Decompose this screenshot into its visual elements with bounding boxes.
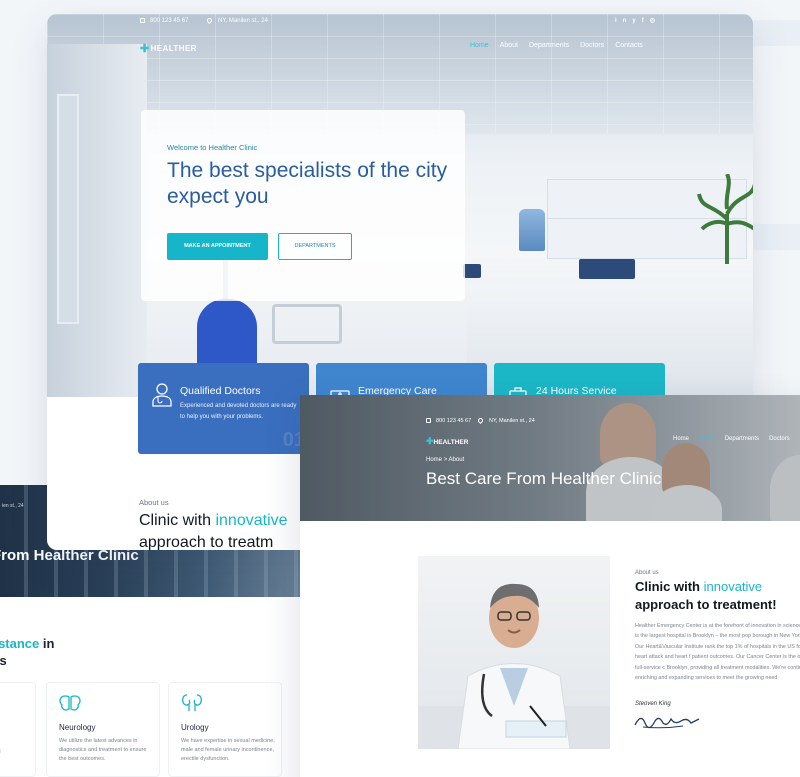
service-desc: ilizes ogy and experts. [0, 739, 21, 766]
service-name: Neurology [59, 723, 96, 732]
about-hero-image [300, 395, 800, 521]
location-pin-icon [205, 16, 214, 25]
top-bar: 800 123 45 67 NY, Manilen st., 24 inyf◎ [47, 14, 753, 36]
nav-about[interactable]: About [500, 42, 518, 49]
preview-card-about: 800 123 45 67 NY, Manilen st., 24 ✚HEALT… [300, 395, 800, 777]
feature-desc: Experienced and devoted doctors are read… [180, 403, 297, 420]
twitter-icon[interactable]: y [632, 18, 641, 24]
social-links: inyf◎ [615, 17, 661, 24]
nav-departments[interactable]: Departments [529, 42, 569, 49]
service-name: Urology [181, 723, 209, 732]
nav-departments[interactable]: Departments [725, 436, 759, 442]
about-label: About us [139, 498, 169, 507]
hero-panel: Welcome to Healther Clinic The best spec… [141, 110, 465, 301]
address-contact: NY, Manilen st., 24 [476, 417, 535, 425]
about-title: Clinic with innovative approach to treat… [139, 512, 288, 550]
nav-about[interactable]: About [699, 436, 715, 442]
phone-contact[interactable]: 800 123 45 67 [140, 18, 188, 24]
about-body-text: Healther Emergency Center is at the fore… [635, 623, 800, 682]
service-card[interactable]: ilizes ogy and experts. [0, 682, 36, 777]
nav-doctors[interactable]: Doctors [769, 436, 790, 442]
address-contact: NY, Manilen st., 24 [205, 16, 268, 25]
make-appointment-button[interactable]: MAKE AN APPOINTMENT [167, 233, 268, 260]
feature-qualified-doctors[interactable]: Qualified Doctors Experienced and devote… [138, 363, 309, 454]
location-pin-icon [476, 417, 485, 425]
doctor-photo [418, 556, 610, 749]
nav-doctors[interactable]: Doctors [580, 42, 604, 49]
about-label: About us [635, 570, 659, 576]
instagram-icon[interactable]: ◎ [650, 18, 661, 24]
nav-home[interactable]: Home [470, 42, 489, 49]
phone-icon [140, 18, 145, 23]
phone-contact[interactable]: 800 123 45 67 [426, 418, 471, 424]
breadcrumb: Home > About [426, 457, 464, 463]
hero-headline: The best specialists of the city expect … [167, 159, 448, 208]
phone-icon [426, 418, 431, 424]
linkedin-icon[interactable]: in [615, 18, 632, 24]
page-title: Best Care From Healther Clinic [426, 469, 662, 488]
facebook-icon[interactable]: f [642, 18, 650, 24]
service-card-urology[interactable]: Urology We have expertise in sexual medi… [168, 682, 282, 777]
service-desc: We utilize the latest advances in diagno… [59, 738, 147, 762]
kidney-icon [181, 694, 203, 711]
doctor-icon [152, 383, 172, 407]
hero-welcome: Welcome to Healther Clinic [167, 143, 258, 152]
service-desc: We have expertise in sexual medicine, ma… [181, 738, 275, 762]
feature-title: Qualified Doctors [180, 385, 261, 397]
nav-home[interactable]: Home [673, 436, 689, 442]
nav-contacts[interactable]: Contacts [615, 42, 643, 49]
address-text: ien st., 24 [2, 503, 24, 509]
signature-image [634, 717, 700, 729]
service-card-neurology[interactable]: Neurology We utilize the latest advances… [46, 682, 160, 777]
breadcrumb-current: About [448, 457, 465, 463]
main-nav: Home About Departments Doctors Contacts [470, 42, 643, 49]
services-heading: ssistance in ions [0, 636, 55, 668]
logo[interactable]: ✚HEALTHER [426, 436, 468, 447]
medical-cross-icon: ✚ [426, 436, 434, 446]
breadcrumb-separator-icon: > [443, 457, 448, 463]
logo[interactable]: ✚HEALTHER [140, 42, 197, 55]
about-title: Clinic with innovative approach to treat… [635, 579, 777, 612]
departments-button[interactable]: DEPARTMENTS [278, 233, 352, 260]
signature-name: Steoven King [635, 701, 671, 707]
brain-icon [59, 695, 81, 711]
breadcrumb-home[interactable]: Home [426, 457, 442, 463]
medical-cross-icon: ✚ [140, 43, 150, 55]
main-nav: Home About Departments Doctors in [673, 436, 800, 442]
